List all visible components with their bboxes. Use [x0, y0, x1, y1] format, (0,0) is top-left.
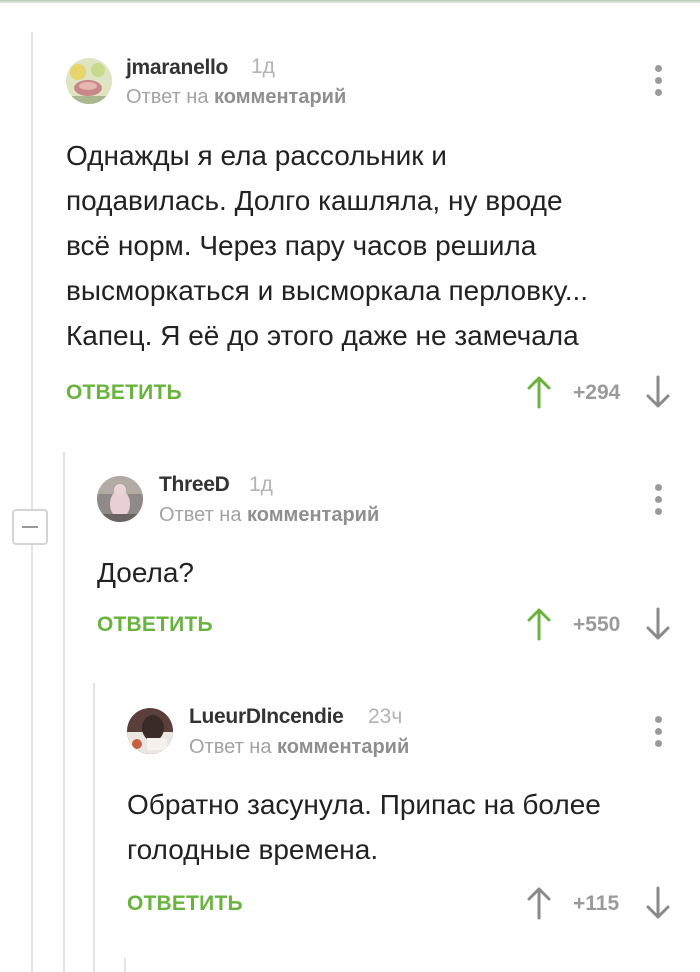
more-vertical-icon[interactable]	[654, 716, 662, 748]
avatar[interactable]	[97, 476, 143, 522]
upvote-arrow-icon[interactable]	[526, 886, 552, 920]
downvote-arrow-icon[interactable]	[645, 607, 671, 641]
thread-line	[93, 683, 95, 972]
reply-to-target: комментарий	[214, 86, 347, 108]
timestamp: 1д	[249, 473, 273, 496]
reply-to-target: комментарий	[247, 504, 380, 526]
upvote-arrow-icon[interactable]	[526, 607, 552, 641]
thread-line	[31, 32, 33, 972]
more-vertical-icon[interactable]	[654, 65, 662, 97]
reply-to-link[interactable]: Ответ на комментарий	[189, 736, 409, 759]
comment-text-line: Однажды я ела рассольник и	[66, 140, 447, 171]
score: +550	[573, 613, 621, 636]
collapse-thread-button[interactable]	[12, 509, 48, 545]
upvote-arrow-icon[interactable]	[526, 375, 552, 409]
reply-button[interactable]: ОТВЕТИТЬ	[66, 381, 182, 405]
comment-text-line: Обратно засунула. Припас на более	[127, 789, 601, 820]
reply-to-target: комментарий	[277, 736, 410, 758]
username[interactable]: ThreeD	[159, 473, 230, 497]
timestamp: 23ч	[368, 705, 403, 728]
username[interactable]: jmaranello	[126, 56, 228, 80]
comment-text-line: голодные времена.	[127, 834, 379, 865]
avatar[interactable]	[66, 58, 112, 104]
comment-text-line: Капец. Я её до этого даже не замечала	[66, 320, 579, 351]
thread-line	[63, 452, 65, 972]
comment-text: Обратно засунула. Припас на более голодн…	[127, 782, 601, 872]
avatar[interactable]	[127, 708, 173, 754]
comment-text-line: подавилась. Долго кашляла, ну вроде	[66, 185, 563, 216]
top-bar	[0, 0, 700, 3]
comment-text-line: Доела?	[97, 557, 194, 588]
timestamp: 1д	[251, 55, 275, 78]
downvote-arrow-icon[interactable]	[645, 375, 671, 409]
score: +294	[573, 381, 621, 404]
more-vertical-icon[interactable]	[654, 484, 662, 516]
downvote-arrow-icon[interactable]	[645, 886, 671, 920]
comment-text: Однажды я ела рассольник и подавилась. Д…	[66, 133, 588, 358]
reply-to-prefix: Ответ на	[189, 736, 278, 758]
reply-to-link[interactable]: Ответ на комментарий	[126, 86, 346, 109]
username[interactable]: LueurDIncendie	[189, 705, 344, 729]
comment-text-line: высморкаться и высморкала перловку...	[66, 275, 589, 306]
reply-button[interactable]: ОТВЕТИТЬ	[97, 613, 213, 637]
reply-button[interactable]: ОТВЕТИТЬ	[127, 892, 243, 916]
collapse-minus-icon	[22, 526, 38, 528]
comment-text: Доела?	[97, 550, 194, 595]
reply-to-prefix: Ответ на	[159, 504, 248, 526]
thread-line	[124, 958, 126, 972]
score: +115	[573, 892, 620, 915]
comment-text-line: всё норм. Через пару часов решила	[66, 230, 537, 261]
reply-to-link[interactable]: Ответ на комментарий	[159, 504, 379, 527]
reply-to-prefix: Ответ на	[126, 86, 215, 108]
